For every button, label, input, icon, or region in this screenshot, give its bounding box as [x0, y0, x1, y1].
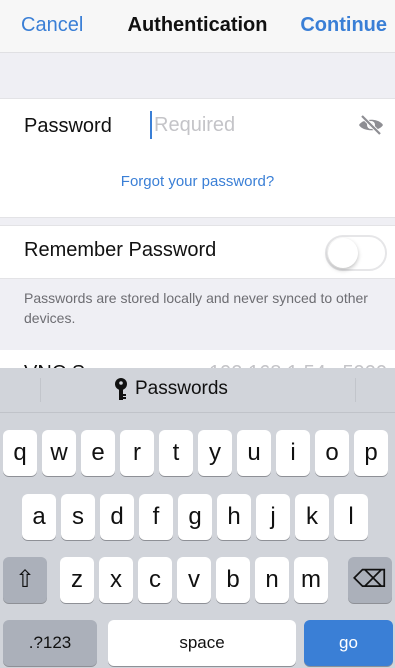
forgot-password-row: Forgot your password? — [0, 153, 395, 218]
navigation-bar: Cancel Authentication Continue — [0, 0, 395, 53]
bar-divider — [40, 378, 41, 402]
password-label: Password — [24, 115, 112, 137]
shift-key[interactable]: ⇧ — [3, 557, 47, 603]
key-a[interactable]: a — [22, 494, 56, 540]
numbers-key[interactable]: .?123 — [3, 620, 97, 666]
key-c[interactable]: c — [138, 557, 172, 603]
key-b[interactable]: b — [216, 557, 250, 603]
key-u[interactable]: u — [237, 430, 271, 476]
key-r[interactable]: r — [120, 430, 154, 476]
remember-password-row: Remember Password — [0, 225, 395, 279]
remember-password-toggle[interactable] — [325, 235, 387, 271]
go-key[interactable]: go — [304, 620, 393, 666]
key-t[interactable]: t — [159, 430, 193, 476]
toggle-knob — [328, 238, 358, 268]
key-o[interactable]: o — [315, 430, 349, 476]
storage-footnote: Passwords are stored locally and never s… — [24, 290, 368, 326]
key-y[interactable]: y — [198, 430, 232, 476]
space-key[interactable]: space — [108, 620, 296, 666]
forgot-password-link[interactable]: Forgot your password? — [0, 173, 395, 190]
continue-button[interactable]: Continue — [300, 14, 387, 37]
backspace-key[interactable]: ⌫ — [348, 557, 392, 603]
password-row: Password — [0, 98, 395, 154]
bar-divider — [355, 378, 356, 402]
key-j[interactable]: j — [256, 494, 290, 540]
key-h[interactable]: h — [217, 494, 251, 540]
hide-password-icon[interactable] — [357, 114, 385, 136]
key-x[interactable]: x — [99, 557, 133, 603]
key-q[interactable]: q — [3, 430, 37, 476]
key-g[interactable]: g — [178, 494, 212, 540]
key-v[interactable]: v — [177, 557, 211, 603]
key-w[interactable]: w — [42, 430, 76, 476]
keyboard-suggestion-bar: Passwords — [0, 368, 395, 413]
key-n[interactable]: n — [255, 557, 289, 603]
key-icon — [115, 378, 127, 400]
keyboard: Passwords q w e r t y u i o p a s d f g h j k l ⇧ z x c v b n m ⌫.?… — [0, 368, 395, 668]
password-input[interactable] — [150, 111, 344, 139]
key-k[interactable]: k — [295, 494, 329, 540]
key-d[interactable]: d — [100, 494, 134, 540]
key-p[interactable]: p — [354, 430, 388, 476]
key-z[interactable]: z — [60, 557, 94, 603]
key-m[interactable]: m — [294, 557, 328, 603]
passwords-label: Passwords — [135, 378, 228, 399]
key-s[interactable]: s — [61, 494, 95, 540]
key-i[interactable]: i — [276, 430, 310, 476]
key-l[interactable]: l — [334, 494, 368, 540]
key-f[interactable]: f — [139, 494, 173, 540]
key-e[interactable]: e — [81, 430, 115, 476]
passwords-autofill-button[interactable]: Passwords — [115, 378, 228, 400]
remember-password-label: Remember Password — [24, 239, 217, 261]
